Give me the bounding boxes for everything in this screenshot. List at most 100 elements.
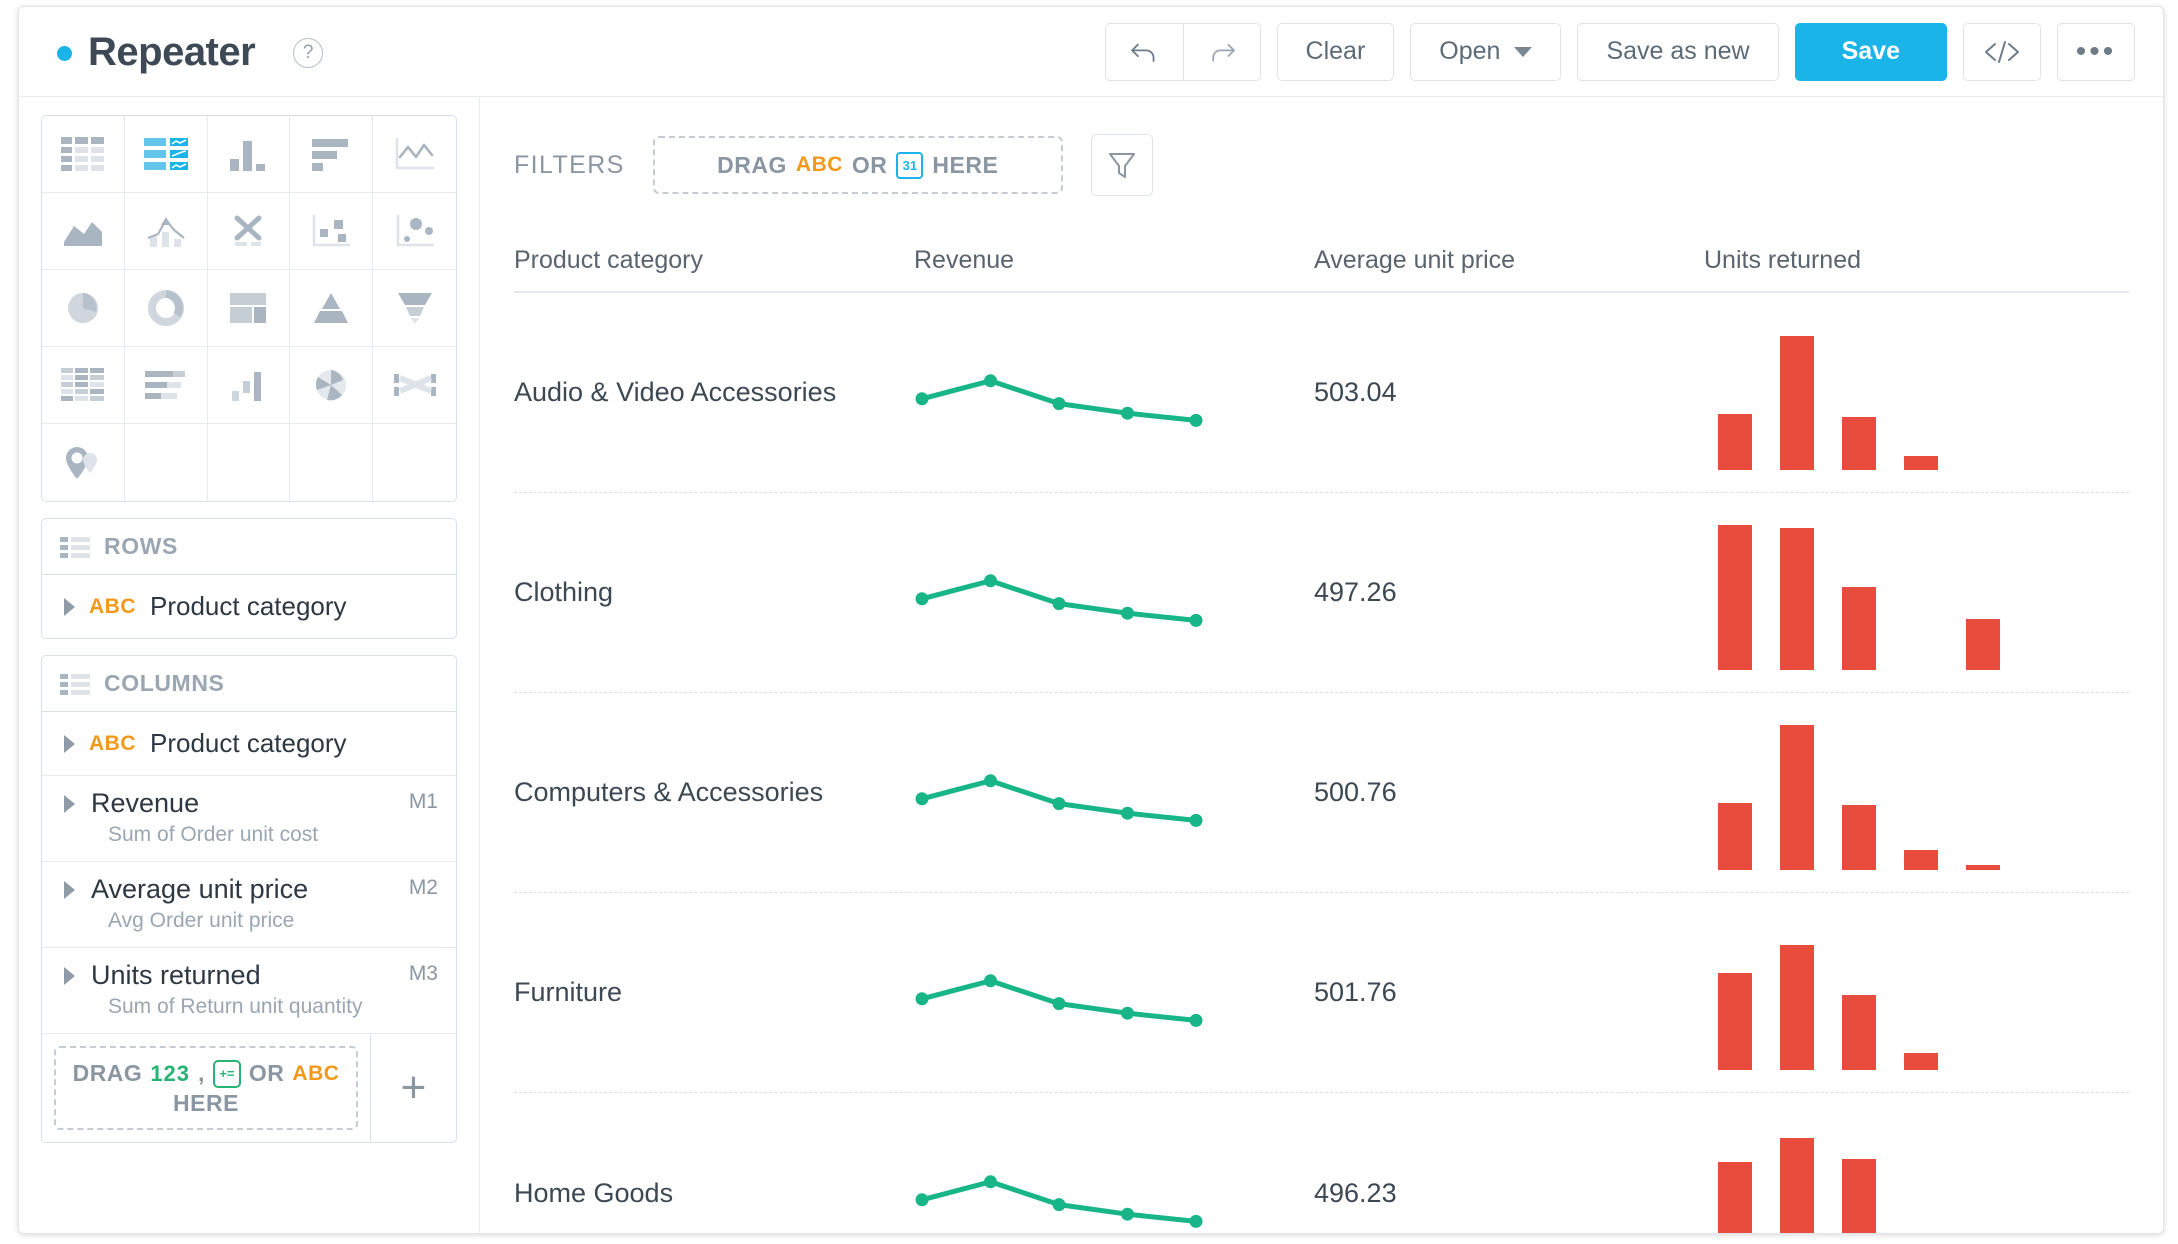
sankey-icon [393, 374, 436, 396]
cell-average-unit-price: 503.04 [1314, 377, 1397, 407]
bullet-chart-type[interactable] [124, 347, 208, 424]
add-field-button[interactable]: + [370, 1034, 456, 1142]
empty-slot-1 [124, 424, 208, 501]
pie-chart-type[interactable] [42, 270, 125, 347]
waterfall-chart-icon [232, 372, 262, 401]
redo-button[interactable] [1182, 22, 1261, 81]
open-button[interactable]: Open [1410, 22, 1562, 81]
column-chart-type[interactable] [207, 116, 291, 193]
scatter-chart-type[interactable] [373, 193, 456, 270]
measure-average-unit-price-top: Average unit price [64, 874, 438, 905]
treemap-icon [230, 293, 267, 323]
columns-list-icon [60, 673, 90, 695]
line-chart-type[interactable] [373, 116, 456, 193]
measure-units-returned-label: Units returned [91, 960, 261, 990]
filter-funnel-button[interactable] [1090, 134, 1153, 196]
filters-drop-word-here: HERE [932, 151, 999, 178]
calendar-icon: 31 [896, 151, 924, 179]
bar [1718, 524, 1752, 670]
funnel-icon [1108, 153, 1135, 178]
table-icon [60, 137, 104, 171]
treemap-chart-type[interactable] [207, 270, 291, 347]
cell-units-returned-bars [1704, 493, 2129, 692]
bar [1780, 335, 1814, 470]
bar [1966, 865, 2000, 870]
box-plot-chart-type[interactable] [290, 193, 374, 270]
columns-shelf-header: COLUMNS [42, 656, 456, 712]
columns-drop-zone[interactable]: DRAG 123 , += OR ABC HERE [54, 1046, 358, 1130]
bar [1904, 456, 1938, 470]
more-options-button[interactable]: ••• [2057, 22, 2135, 81]
table-row[interactable]: Furniture 501.76 [514, 893, 2129, 1093]
donut-chart-type[interactable] [124, 270, 208, 347]
save-as-new-button[interactable]: Save as new [1577, 22, 1779, 81]
chevron-right-icon[interactable] [64, 597, 75, 616]
pie-chart-icon [67, 293, 98, 323]
variance-chart-type[interactable] [207, 193, 291, 270]
rows-field-product-category[interactable]: ABC Product category [42, 575, 456, 638]
chevron-right-icon[interactable] [64, 794, 75, 813]
chevron-right-icon[interactable] [64, 966, 75, 985]
filters-drop-zone[interactable]: DRAG ABC OR 31 HERE [652, 136, 1063, 194]
funnel-chart-icon [397, 293, 432, 324]
clear-button[interactable]: Clear [1276, 22, 1395, 81]
rows-field-label: Product category [150, 591, 347, 621]
cell-average-unit-price: 501.76 [1314, 977, 1397, 1007]
funnel-chart-type[interactable] [373, 270, 456, 347]
bar-slot [1828, 417, 1890, 470]
measure-revenue[interactable]: Revenue Sum of Order unit cost M1 [42, 776, 456, 862]
drop-comma: , [198, 1060, 205, 1086]
chevron-right-icon[interactable] [64, 734, 75, 753]
columns-field-label: Product category [150, 728, 347, 758]
table-row[interactable]: Audio & Video Accessories 503.04 [514, 293, 2129, 493]
measure-average-unit-price-sub: Avg Order unit price [108, 909, 295, 932]
open-button-label: Open [1439, 37, 1501, 65]
pyramid-chart-type[interactable] [290, 270, 374, 347]
type-tag-abc: ABC [89, 731, 136, 755]
code-view-button[interactable] [1963, 22, 2041, 81]
bar-chart-type[interactable] [290, 116, 374, 193]
type-tag-abc: ABC [292, 1061, 340, 1085]
repeater-chart-type[interactable] [124, 116, 208, 193]
bar [1904, 849, 1938, 870]
radial-chart-type[interactable] [290, 347, 374, 424]
table-row[interactable]: Clothing 497.26 [514, 493, 2129, 693]
columns-field-product-category[interactable]: ABC Product category [42, 712, 456, 776]
bar-slot [1890, 849, 1952, 870]
map-chart-type[interactable] [42, 424, 125, 501]
cell-product-category: Computers & Accessories [514, 777, 824, 807]
cell-revenue-sparkline [914, 893, 1314, 1092]
pivot-table-chart-type[interactable] [42, 347, 125, 424]
bar [1780, 528, 1814, 670]
table-row[interactable]: Home Goods 496.23 [514, 1093, 2129, 1233]
waterfall-chart-type[interactable] [207, 347, 291, 424]
code-brackets-icon [1985, 40, 2019, 63]
sankey-chart-type[interactable] [373, 347, 456, 424]
empty-slot-4 [373, 424, 456, 501]
measure-units-returned[interactable]: Units returned Sum of Return unit quanti… [42, 948, 456, 1034]
table-row[interactable]: Computers & Accessories 500.76 [514, 693, 2129, 893]
table-header-row: Product category Revenue Average unit pr… [514, 211, 2129, 293]
chevron-right-icon[interactable] [64, 880, 75, 899]
undo-button[interactable] [1104, 22, 1183, 81]
line-chart-icon [395, 138, 434, 170]
page-title: Repeater [88, 29, 256, 74]
table-chart-type[interactable] [42, 116, 125, 193]
question-circle-icon[interactable]: ? [293, 38, 324, 68]
cell-product-category: Home Goods [514, 1177, 674, 1208]
area-chart-type[interactable] [42, 193, 125, 270]
bar-slot [1704, 413, 1766, 470]
undo-redo-group [1104, 22, 1261, 81]
combo-chart-type[interactable] [124, 193, 208, 270]
measure-average-unit-price[interactable]: Average unit price Avg Order unit price … [42, 862, 456, 948]
save-button[interactable]: Save [1794, 22, 1947, 81]
filters-drop-word-drag: DRAG [717, 151, 787, 178]
table-body: Audio & Video Accessories 503.04 Clothing 4… [514, 293, 2129, 1233]
pyramid-icon [314, 293, 349, 323]
bar-slot [1828, 587, 1890, 670]
area-chart-icon [63, 222, 102, 246]
cell-units-returned-bars [1704, 1093, 2129, 1233]
cell-average-unit-price: 497.26 [1314, 577, 1397, 607]
filters-drop-word-or: OR [851, 151, 888, 178]
measure-revenue-top: Revenue [64, 788, 438, 819]
